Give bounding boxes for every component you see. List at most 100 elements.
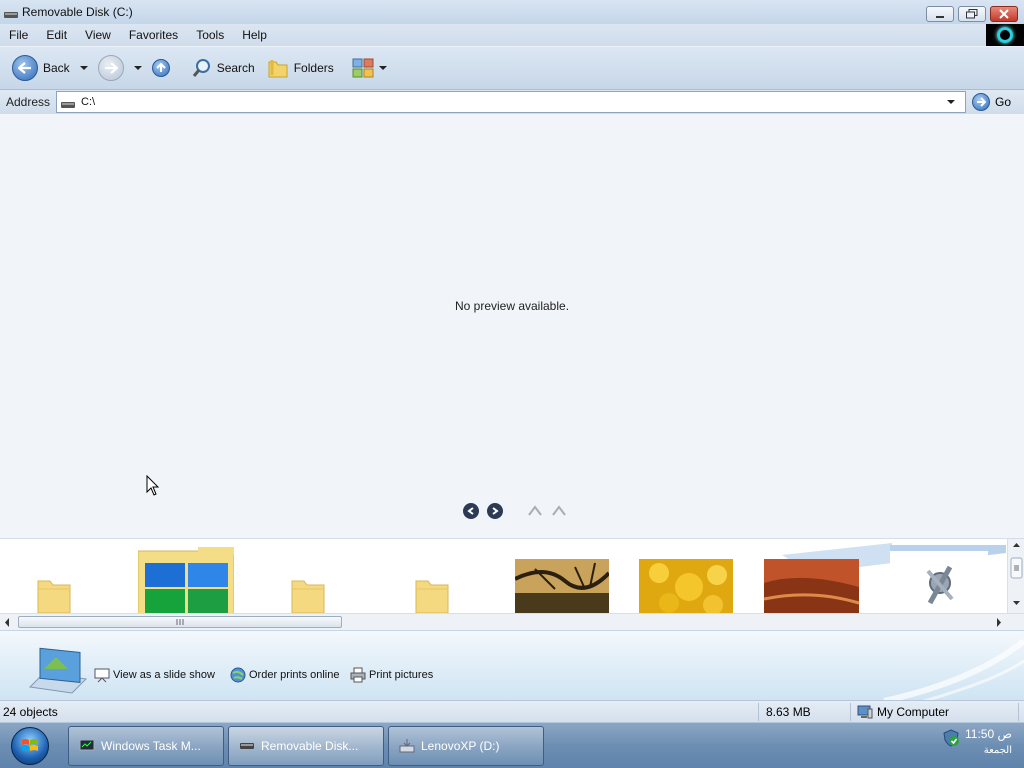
forward-button[interactable]	[94, 53, 128, 83]
restore-icon	[966, 9, 978, 19]
go-button[interactable]: Go	[972, 93, 1011, 111]
task-manager-icon	[79, 739, 95, 751]
system-tray: 11:50 ص الجمعة	[934, 723, 1024, 768]
picture-tasks-bar: View as a slide show Order prints online…	[0, 630, 1024, 701]
taskbar-button-label: Removable Disk...	[261, 739, 359, 753]
address-input[interactable]: C:\	[56, 91, 966, 113]
folder-icon	[415, 580, 449, 614]
folders-label: Folders	[293, 61, 334, 75]
printer-icon	[350, 667, 366, 683]
previous-image-button[interactable]	[463, 503, 479, 519]
my-computer-icon	[857, 705, 873, 719]
search-button[interactable]: Search	[188, 53, 259, 83]
folders-button[interactable]: Folders	[263, 53, 338, 83]
print-pictures-link[interactable]: Print pictures	[350, 667, 433, 683]
filmstrip-item[interactable]	[752, 543, 892, 615]
taskbar-button-label: LenovoXP (D:)	[421, 739, 500, 753]
search-label: Search	[216, 61, 255, 75]
menu-favorites[interactable]: Favorites	[120, 28, 187, 42]
address-label: Address	[6, 95, 51, 109]
address-value: C:\	[81, 96, 96, 108]
zone-label: My Computer	[877, 705, 950, 719]
filmstrip-item[interactable]	[256, 543, 360, 615]
back-arrow-icon	[12, 55, 38, 81]
forward-dropdown-icon[interactable]	[133, 66, 142, 70]
clock-day: الجمعة	[983, 745, 1012, 756]
views-dropdown-icon	[378, 66, 387, 70]
standard-toolbar: Back Search Folders	[0, 46, 1024, 90]
filmstrip-item[interactable]	[890, 543, 1006, 615]
close-button[interactable]	[990, 6, 1018, 22]
filmstrip-item[interactable]	[514, 543, 610, 615]
back-button[interactable]: Back	[8, 53, 74, 83]
back-label: Back	[43, 61, 70, 75]
next-image-button[interactable]	[487, 503, 503, 519]
minimize-button[interactable]	[926, 6, 954, 22]
security-shield-icon[interactable]	[942, 729, 960, 747]
no-preview-message: No preview available.	[454, 299, 570, 313]
filmstrip	[0, 538, 1024, 630]
window-title: Removable Disk (C:)	[22, 5, 133, 19]
rotate-counterclockwise-icon[interactable]	[551, 505, 567, 517]
go-label: Go	[995, 95, 1012, 109]
taskbar-task-manager[interactable]: Windows Task M...	[68, 726, 224, 766]
folders-icon	[268, 60, 288, 78]
order-prints-label: Order prints online	[249, 669, 340, 681]
menu-edit[interactable]: Edit	[37, 28, 76, 42]
windows-folder-icon	[138, 547, 234, 615]
taskbar-lenovoxp-drive[interactable]: LenovoXP (D:)	[388, 726, 544, 766]
removable-disk-icon	[60, 94, 76, 110]
close-icon	[999, 9, 1009, 19]
scroll-down-icon[interactable]	[1013, 601, 1020, 605]
rotate-clockwise-icon[interactable]	[527, 505, 543, 517]
filmstrip-item[interactable]	[380, 543, 484, 615]
filmstrip-vertical-scrollbar[interactable]	[1007, 539, 1024, 613]
views-button[interactable]	[348, 53, 391, 83]
yellow-flower-photo	[639, 559, 733, 615]
menu-bar: File Edit View Favorites Tools Help	[0, 24, 1024, 46]
print-pictures-label: Print pictures	[369, 669, 434, 681]
windows-throbber-logo	[986, 24, 1024, 46]
forward-arrow-icon	[97, 55, 124, 81]
start-button[interactable]	[11, 727, 49, 765]
view-slide-show-link[interactable]: View as a slide show	[94, 667, 215, 683]
total-size: 8.63 MB	[766, 705, 811, 719]
chevron-right-icon	[492, 507, 499, 515]
decorative-swoosh	[883, 638, 1024, 701]
title-bar[interactable]: Removable Disk (C:)	[0, 0, 1024, 24]
slide-show-label: View as a slide show	[113, 669, 215, 681]
horizontal-scroll-thumb[interactable]	[18, 616, 342, 628]
mouse-cursor-icon	[146, 475, 160, 496]
preview-controls	[463, 503, 567, 519]
views-icon	[352, 58, 374, 78]
up-folder-icon	[151, 59, 170, 77]
up-button[interactable]	[148, 53, 174, 83]
menu-file[interactable]: File	[0, 28, 37, 42]
removable-disk-icon	[240, 743, 254, 749]
status-bar: 24 objects 8.63 MB My Computer	[0, 700, 1024, 722]
globe-icon	[230, 667, 246, 683]
scroll-right-icon[interactable]	[994, 614, 1004, 631]
order-prints-link[interactable]: Order prints online	[230, 667, 340, 683]
filmstrip-horizontal-scrollbar[interactable]	[0, 613, 1024, 630]
scroll-left-icon[interactable]	[2, 614, 12, 631]
filmstrip-item[interactable]	[638, 543, 734, 615]
filmstrip-item[interactable]	[0, 543, 108, 615]
back-dropdown-icon[interactable]	[79, 66, 88, 70]
menu-help[interactable]: Help	[233, 28, 276, 42]
removable-disk-icon	[3, 4, 19, 20]
clock[interactable]: 11:50 ص الجمعة	[965, 727, 1012, 756]
minimize-icon	[936, 16, 944, 18]
restore-button[interactable]	[958, 6, 986, 22]
address-bar: Address C:\ Go	[0, 90, 1024, 114]
filmstrip-item[interactable]	[138, 543, 234, 615]
menu-view[interactable]: View	[76, 28, 120, 42]
taskbar-removable-disk[interactable]: Removable Disk...	[228, 726, 384, 766]
folder-icon	[37, 580, 71, 614]
address-dropdown-icon[interactable]	[947, 100, 955, 104]
clock-time: 11:50 ص	[965, 727, 1012, 741]
object-count: 24 objects	[3, 705, 58, 719]
menu-tools[interactable]: Tools	[187, 28, 233, 42]
throbber-ring-icon	[997, 27, 1013, 43]
scroll-up-icon[interactable]	[1013, 543, 1020, 547]
